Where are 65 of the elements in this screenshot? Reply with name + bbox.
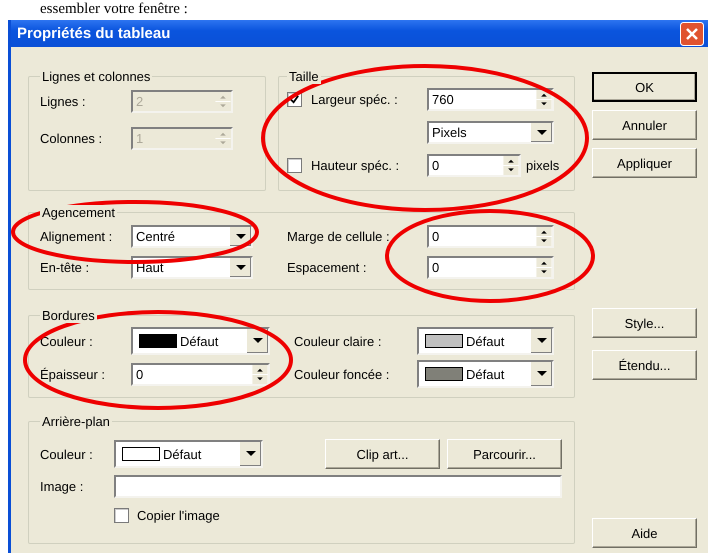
dialog-button[interactable]: Annuler: [592, 110, 697, 140]
field-label: Couleur claire :: [294, 334, 382, 348]
field-label: Épaisseur :: [40, 366, 106, 382]
group-title: Bordures: [40, 308, 97, 323]
spin-field[interactable]: 0: [427, 256, 554, 279]
dialog-button[interactable]: Style...: [592, 308, 697, 338]
dialog-button[interactable]: Parcourir...: [447, 439, 562, 469]
field-label: Colonnes :: [40, 131, 104, 146]
spin-field[interactable]: 0: [131, 362, 270, 386]
dropdown-arrow-icon: [252, 338, 262, 344]
dropdown-arrow-icon: [246, 451, 256, 457]
field-label: Couleur :: [40, 334, 94, 348]
group-title: Arrière-plan: [40, 414, 112, 429]
checkbox[interactable]: [114, 508, 129, 523]
caption-text: essembler votre fenêtre :: [39, 0, 189, 19]
field-label: En-tête :: [40, 260, 90, 275]
dropdown-button[interactable]: [246, 329, 268, 353]
dropdown-arrow-icon: [536, 338, 546, 344]
checkbox-label: Copier l'image: [137, 508, 220, 523]
checkbox-label: Largeur spéc. :: [311, 92, 399, 107]
field-label: Espacement :: [287, 260, 368, 275]
dropdown-button[interactable]: [530, 329, 552, 353]
spin-field[interactable]: 760: [427, 88, 554, 111]
dropdown[interactable]: Centré: [131, 225, 253, 248]
dropdown[interactable]: Pixels: [427, 121, 554, 144]
text-field[interactable]: [114, 475, 562, 498]
color-dropdown[interactable]: Défaut: [114, 440, 263, 468]
dropdown-arrow-icon: [536, 371, 546, 377]
dropdown-button[interactable]: [530, 362, 552, 386]
spin-field[interactable]: 0: [427, 154, 521, 177]
dropdown-button[interactable]: [239, 442, 261, 466]
window-title: Propriétés du tableau: [17, 25, 170, 42]
spinner-icon[interactable]: [536, 227, 552, 246]
color-dropdown[interactable]: Défaut: [131, 327, 270, 355]
checkbox[interactable]: [287, 158, 302, 173]
group-title: Lignes et colonnes: [40, 69, 152, 84]
dialog-button[interactable]: OK: [592, 72, 697, 102]
dialog-button[interactable]: Aide: [592, 518, 697, 548]
dropdown-button[interactable]: [229, 258, 251, 277]
color-dropdown[interactable]: Défaut: [417, 327, 554, 355]
field-label: Marge de cellule :: [287, 229, 391, 244]
dropdown-button[interactable]: [229, 227, 251, 246]
close-button[interactable]: [680, 22, 704, 46]
spinner-icon[interactable]: [536, 258, 552, 277]
group-title: Agencement: [40, 205, 117, 220]
spin-field[interactable]: 0: [427, 225, 554, 248]
field-label: Image :: [40, 479, 84, 494]
dropdown-arrow-icon: [236, 234, 246, 240]
field-label: Lignes :: [40, 94, 87, 109]
dropdown-arrow-icon: [236, 264, 246, 270]
color-dropdown[interactable]: Défaut: [417, 360, 554, 388]
dropdown-arrow-icon: [536, 130, 546, 136]
checkbox-label: Hauteur spéc. :: [311, 158, 400, 173]
dialog-button[interactable]: Étendu...: [592, 350, 697, 380]
field-label: Couleur foncée :: [294, 366, 390, 382]
spinner-icon[interactable]: [536, 90, 552, 109]
field-label: Couleur :: [40, 446, 94, 462]
dialog-button[interactable]: Clip art...: [325, 439, 440, 469]
group-title: Taille: [287, 69, 321, 84]
spinner-icon[interactable]: [252, 364, 268, 384]
spinner-icon[interactable]: [503, 156, 519, 175]
dialog-button[interactable]: Appliquer: [592, 148, 697, 178]
dropdown-button[interactable]: [530, 123, 552, 142]
field-label: Alignement :: [40, 229, 114, 244]
unit-label: pixels: [526, 158, 560, 173]
